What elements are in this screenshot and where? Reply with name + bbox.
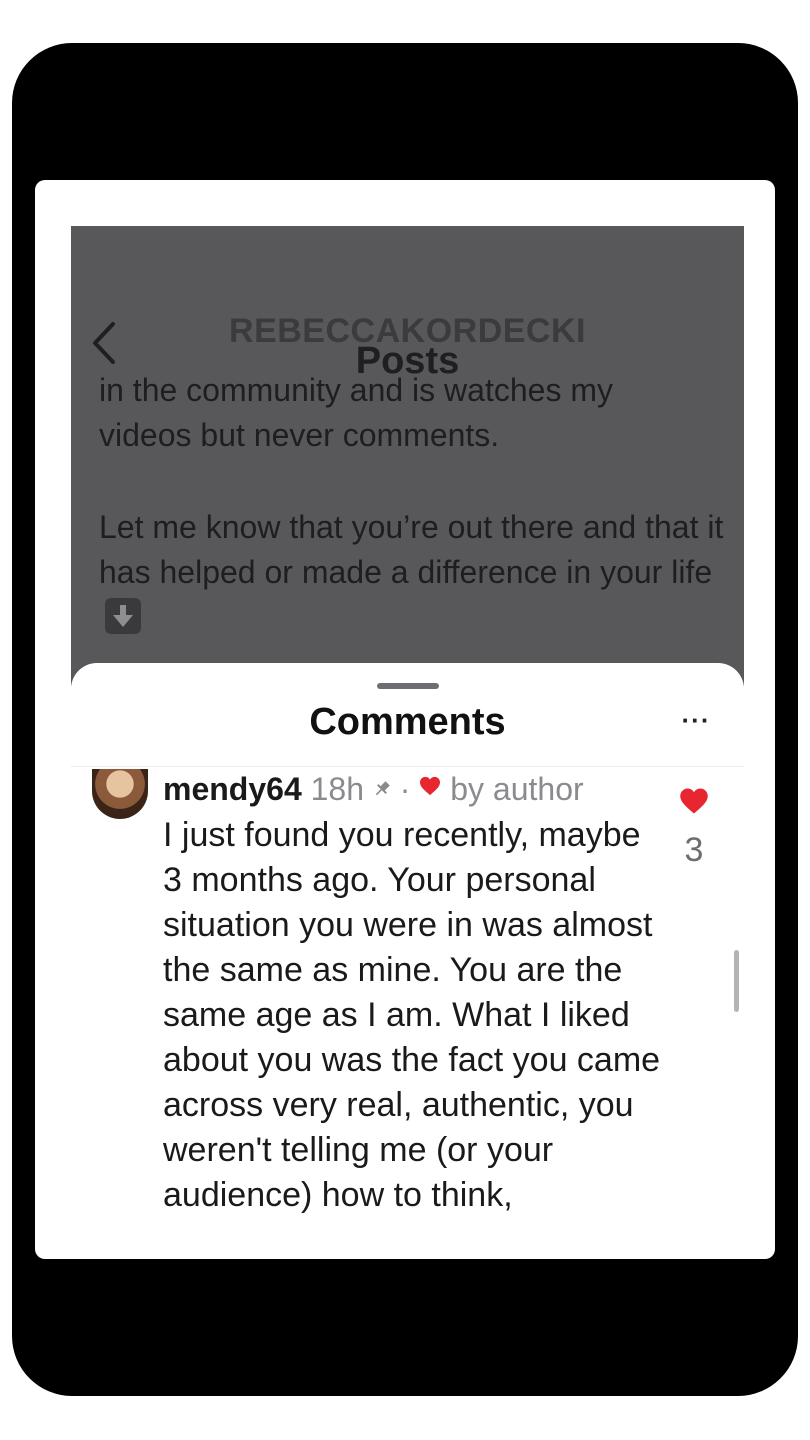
by-author-badge: by author: [450, 771, 584, 807]
post-text: in the community and is watches my video…: [99, 368, 724, 640]
avatar[interactable]: [92, 769, 148, 819]
comment-username[interactable]: mendy64: [163, 771, 302, 807]
comment-meta: mendy64 18h · by author: [163, 767, 584, 808]
author-heart-icon: [419, 767, 441, 796]
sheet-grabber-handle[interactable]: [377, 683, 439, 689]
comment-item: mendy64 18h · by author I just found you…: [71, 767, 744, 1259]
post-text-line: videos but never comments.: [99, 417, 500, 453]
comments-title: Comments: [309, 701, 506, 743]
scrollbar[interactable]: [734, 950, 739, 1012]
like-heart-icon[interactable]: [679, 787, 709, 815]
post-area-dimmed: REBECCAKORDECKI Posts in the community a…: [71, 226, 744, 686]
like-count: 3: [684, 831, 704, 869]
comment-timestamp: 18h: [310, 771, 365, 807]
separator-dot: ·: [399, 771, 411, 807]
page-title: Posts: [355, 340, 460, 382]
comments-sheet: Comments ··· mendy64 18h · by author I j…: [71, 663, 744, 1259]
pin-icon: [373, 769, 391, 796]
screen: REBECCAKORDECKI Posts in the community a…: [35, 180, 775, 1259]
post-paragraph: Let me know that you’re out there and th…: [99, 505, 724, 640]
post-paragraph-text: Let me know that you’re out there and th…: [99, 509, 724, 590]
down-arrow-icon: [105, 598, 141, 634]
comment-text: I just found you recently, maybe 3 month…: [163, 816, 661, 1214]
more-options-button[interactable]: ···: [676, 703, 716, 743]
